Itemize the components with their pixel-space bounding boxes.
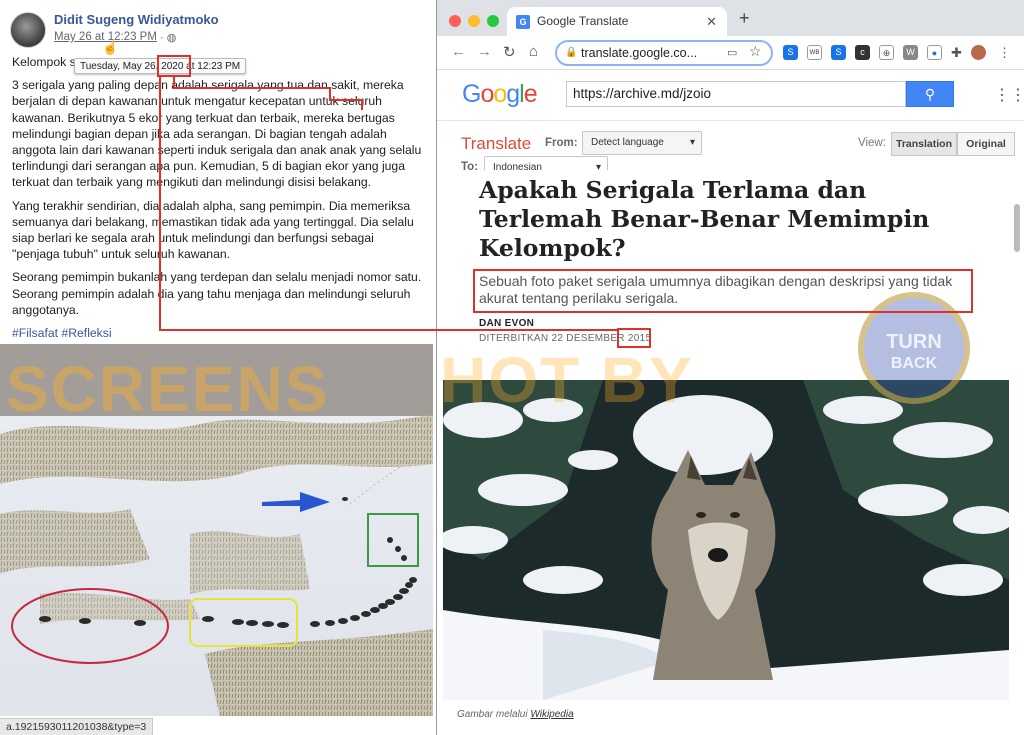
wolf-photo[interactable] xyxy=(443,380,1009,700)
google-search-button[interactable]: ⚲ xyxy=(906,81,954,107)
from-label: From: xyxy=(545,137,578,149)
extension-dark-icon[interactable]: c xyxy=(855,45,870,60)
address-bar-url: translate.google.co... xyxy=(581,46,698,60)
forward-icon[interactable]: → xyxy=(477,43,492,60)
caption-link[interactable]: Wikipedia xyxy=(530,709,573,720)
scrollbar-thumb[interactable] xyxy=(1014,204,1020,252)
tab-close-icon[interactable]: ✕ xyxy=(706,7,717,36)
extension-wayback-icon[interactable]: WB xyxy=(807,45,822,60)
post-paragraph: 3 serigala yang paling depan adalah seri… xyxy=(12,78,422,190)
from-language-value: Detect language xyxy=(591,137,664,148)
badge-text-2: BACK xyxy=(890,355,938,372)
search-icon: ⚲ xyxy=(924,86,936,102)
cast-icon[interactable]: ▭ xyxy=(727,46,737,59)
extension-dot-icon[interactable]: ● xyxy=(927,45,942,60)
close-window-button[interactable] xyxy=(449,15,461,27)
article: Apakah Serigala Terlama dan Terlemah Ben… xyxy=(437,170,1024,735)
menu-kebab-icon[interactable]: ⋮ xyxy=(997,45,1012,60)
zoom-window-button[interactable] xyxy=(487,15,499,27)
watermark-text: SCREENS xyxy=(6,353,330,425)
extension-s-icon[interactable]: S xyxy=(783,45,798,60)
tab-title: Google Translate xyxy=(537,14,629,28)
minimize-window-button[interactable] xyxy=(468,15,480,27)
google-logo[interactable]: Google xyxy=(462,80,538,109)
from-language-select[interactable]: Detect language ▾ xyxy=(582,131,702,155)
google-search-input[interactable]: https://archive.md/jzoio xyxy=(566,81,906,107)
caption-prefix: Gambar melalui xyxy=(457,709,528,720)
article-author[interactable]: DAN EVON xyxy=(479,318,534,329)
reload-icon[interactable]: ↻ xyxy=(503,43,516,61)
translate-title: Translate xyxy=(461,134,532,153)
author-name[interactable]: Didit Sugeng Widiyatmoko xyxy=(54,12,219,27)
extension-w-icon[interactable]: W xyxy=(903,45,918,60)
view-label: View: xyxy=(858,137,886,149)
hand-cursor-icon: ☝ xyxy=(102,40,119,55)
extension-s2-icon[interactable]: S xyxy=(831,45,846,60)
date-tooltip: Tuesday, May 26, 2020 at 12:23 PM xyxy=(74,58,247,74)
tab-google-translate[interactable]: G Google Translate ✕ xyxy=(507,7,727,36)
google-translate-favicon-icon: G xyxy=(516,15,530,29)
watermark-text: HOT BY xyxy=(440,344,694,416)
turnbackhoax-badge: TURN BACK xyxy=(858,292,970,404)
post-paragraph: Seorang pemimpin bukanlah yang terdepan … xyxy=(12,270,422,317)
hashtags[interactable]: #Filsafat #Refleksi xyxy=(12,325,422,341)
extensions-puzzle-icon[interactable]: ✚ xyxy=(949,45,964,60)
globe-extension-icon[interactable]: ⊕ xyxy=(879,45,894,60)
globe-icon: · ◍ xyxy=(160,32,177,44)
wolf-illustration xyxy=(443,380,1009,700)
article-title: Apakah Serigala Terlama dan Terlemah Ben… xyxy=(479,176,930,262)
badge-text-1: TURN xyxy=(886,331,942,353)
post-paragraph: Yang terakhir sendirian, dia adalah alph… xyxy=(12,198,414,262)
tab-strip: G Google Translate ✕ + xyxy=(437,0,1024,36)
new-tab-button[interactable]: + xyxy=(739,8,750,29)
view-original-button[interactable]: Original xyxy=(957,132,1015,156)
address-bar[interactable]: 🔒 translate.google.co... xyxy=(555,40,773,66)
view-translation-button[interactable]: Translation xyxy=(891,132,957,156)
status-bar-url: a.1921593011201038&type=3 xyxy=(0,718,154,735)
image-caption: Gambar melalui Wikipedia xyxy=(457,709,574,720)
lock-icon: 🔒 xyxy=(565,47,578,58)
back-icon[interactable]: ← xyxy=(451,43,466,60)
home-icon[interactable]: ⌂ xyxy=(529,43,538,60)
avatar[interactable] xyxy=(10,12,46,48)
chevron-down-icon: ▾ xyxy=(689,137,695,148)
post-text: Kelompok s 3 serigala yang paling depan … xyxy=(12,54,422,348)
apps-grid-icon[interactable]: ⋮⋮⋮ xyxy=(994,85,1024,105)
browser-toolbar: ← → ↻ ⌂ 🔒 translate.google.co... ▭ ☆ S W… xyxy=(437,36,1024,70)
bookmark-star-icon[interactable]: ☆ xyxy=(749,43,762,60)
google-header: Google https://archive.md/jzoio ⚲ ⋮⋮⋮ xyxy=(437,71,1024,121)
profile-avatar-icon[interactable] xyxy=(971,45,986,60)
